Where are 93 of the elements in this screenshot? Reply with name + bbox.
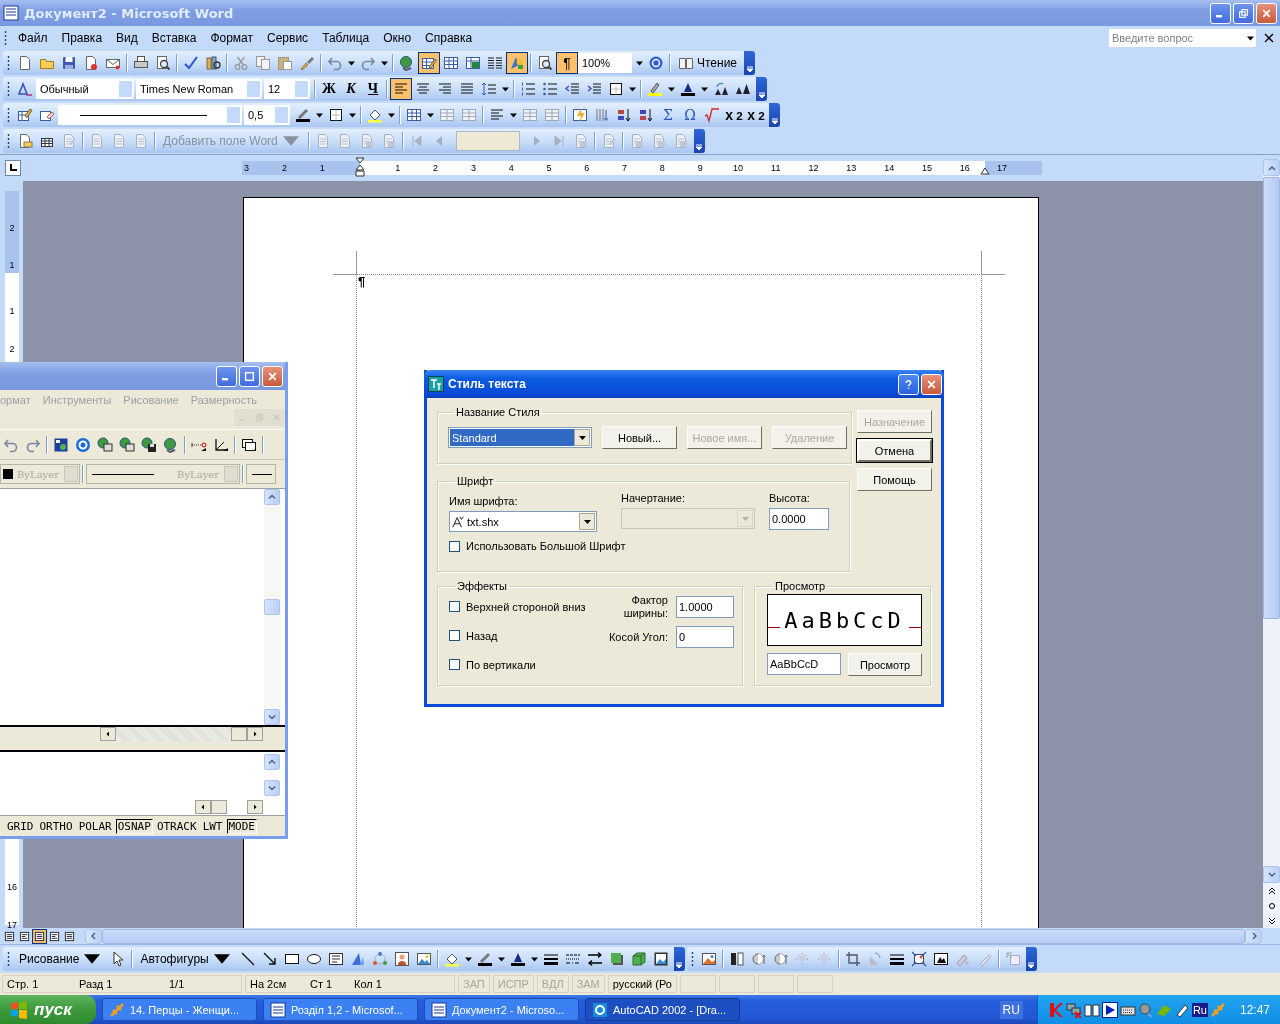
menu-item[interactable]: Сервис [260, 31, 316, 45]
language-indicator[interactable]: русский (Ро [607, 975, 677, 993]
clock: 12:47 [1239, 1002, 1270, 1017]
ruler-number: 17 [6, 919, 18, 931]
width-factor-field[interactable]: 1.0000 [676, 596, 734, 618]
language-bar[interactable]: RU [999, 1000, 1023, 1019]
ruler-number: 16 [6, 881, 18, 894]
reading-button[interactable]: Чтение [673, 52, 743, 74]
status-text: На 2см [250, 978, 288, 990]
menu-item[interactable]: Файл [11, 31, 55, 45]
font-size-dropdown[interactable]: 12 [264, 79, 310, 99]
ruler-number: 8 [659, 162, 665, 174]
preview-text-field[interactable]: AaBbCcD [767, 653, 841, 675]
field-label: Фактор ширины: [622, 594, 668, 620]
ruler-number: 2 [281, 162, 287, 174]
checkbox-option[interactable]: Использовать Большой Шрифт [449, 540, 839, 552]
menu-item[interactable]: Вид [109, 31, 145, 45]
group-title: Шрифт [456, 475, 495, 487]
checkbox-option[interactable]: По вертикали [449, 650, 586, 679]
zoom-dropdown[interactable]: 100% [578, 53, 632, 73]
ruler-number: 2 [8, 222, 16, 234]
status-text: Кол 1 [354, 978, 382, 990]
style-dropdown[interactable]: Обычный [36, 79, 134, 99]
preview-button[interactable]: Просмотр [848, 653, 922, 676]
text-style-button[interactable]: К [340, 78, 362, 100]
status-text: Ст 1 [310, 978, 334, 990]
ruler-number: 3 [470, 162, 476, 174]
ruler-number: 10 [732, 162, 743, 174]
field-label: Имя шрифта: [449, 494, 519, 509]
menu-item[interactable]: Справка [418, 31, 480, 45]
symbol-button[interactable]: Σ [657, 104, 679, 126]
group-title: Название Стиля [455, 406, 541, 418]
ruler-number: 12 [808, 162, 819, 174]
drafting-mode-button[interactable]: OSNAP [115, 818, 153, 834]
group-title: Просмотр [774, 580, 827, 592]
ruler-number: 4 [508, 162, 514, 174]
field-label: Начертание: [621, 491, 686, 506]
ruler-number: 17 [997, 162, 1007, 174]
draw-menu-button[interactable]: Рисование [14, 948, 108, 970]
status-text: Стр. 1 [7, 978, 40, 990]
menu-item[interactable]: Правка [54, 31, 110, 45]
window-title: Документ2 - Microsoft Word [24, 5, 234, 21]
taskbar-button[interactable]: AutoCAD 2002 - [Dra... [585, 998, 740, 1021]
ruler-number: 1 [8, 259, 16, 271]
ruler-number: 15 [921, 162, 932, 174]
ruler-number: 5 [546, 162, 552, 174]
menu-item[interactable]: Формат [203, 31, 261, 45]
dialog-title: Стиль текста [448, 377, 526, 391]
ruler-number: 3 [244, 162, 250, 174]
ruler-number: 16 [959, 162, 970, 174]
symbol-button[interactable]: Ω [679, 104, 701, 126]
font-name-dropdown[interactable]: txt.shx [449, 511, 597, 532]
menu-item[interactable]: Таблица [315, 31, 377, 45]
drafting-mode-button[interactable]: MODE [226, 818, 257, 834]
text-style-button[interactable]: Ч [362, 78, 384, 100]
taskbar-button[interactable]: Розділ 1,2 - Microsof... [263, 998, 418, 1021]
show-formatting-button[interactable]: ¶ [556, 52, 578, 74]
dialog-button[interactable]: Помощь [857, 468, 932, 491]
menu-item[interactable]: Вставка [144, 31, 204, 45]
paragraph-mark: ¶ [358, 275, 366, 289]
taskbar-button[interactable]: 14. Перцы - Женщи... [102, 998, 257, 1021]
status-text: Разд 1 [79, 978, 114, 990]
ruler-number: 2 [433, 162, 439, 174]
dialog-button[interactable]: Новый... [602, 426, 677, 449]
preview-sample-text: AaBbCcD [784, 607, 905, 633]
line-weight-dropdown[interactable]: 0,5 [244, 105, 290, 125]
ruler-number: 1 [8, 304, 16, 317]
font-dropdown[interactable]: Times New Roman [136, 79, 262, 99]
ruler-number: 11 [771, 162, 781, 174]
taskbar-button[interactable]: Документ2 - Microso... [424, 998, 579, 1021]
field-label: Косой Угол: [608, 631, 668, 643]
ruler-number: 2 [8, 342, 16, 355]
start-button[interactable]: пуск [0, 995, 96, 1024]
ruler-number: 1 [395, 162, 401, 174]
ruler-number: 6 [584, 162, 590, 174]
text-style-button[interactable]: Ж [318, 78, 340, 100]
height-field[interactable]: 0.0000 [769, 508, 829, 530]
oblique-angle-field[interactable]: 0 [676, 626, 734, 648]
menu-item[interactable]: Окно [376, 31, 419, 45]
ruler-number: 1 [319, 162, 325, 174]
ruler-number: 14 [884, 162, 895, 174]
keyboard-language-indicator[interactable]: Ru [1191, 1002, 1208, 1017]
style-dropdown[interactable]: Standard [448, 427, 592, 448]
field-label: Высота: [769, 491, 811, 506]
group-title: Эффекты [456, 580, 508, 592]
ruler-number: 7 [622, 162, 628, 174]
ruler-number: 9 [697, 162, 703, 174]
ruler-number: 13 [846, 162, 857, 174]
dialog-button[interactable]: Отмена [857, 439, 932, 462]
checkbox-option[interactable]: Назад [449, 621, 586, 650]
checkbox-option[interactable]: Верхней стороной вниз [449, 592, 586, 621]
status-text: 1/1 [169, 978, 185, 990]
autoshapes-menu-button[interactable]: Автофигуры [135, 948, 237, 970]
